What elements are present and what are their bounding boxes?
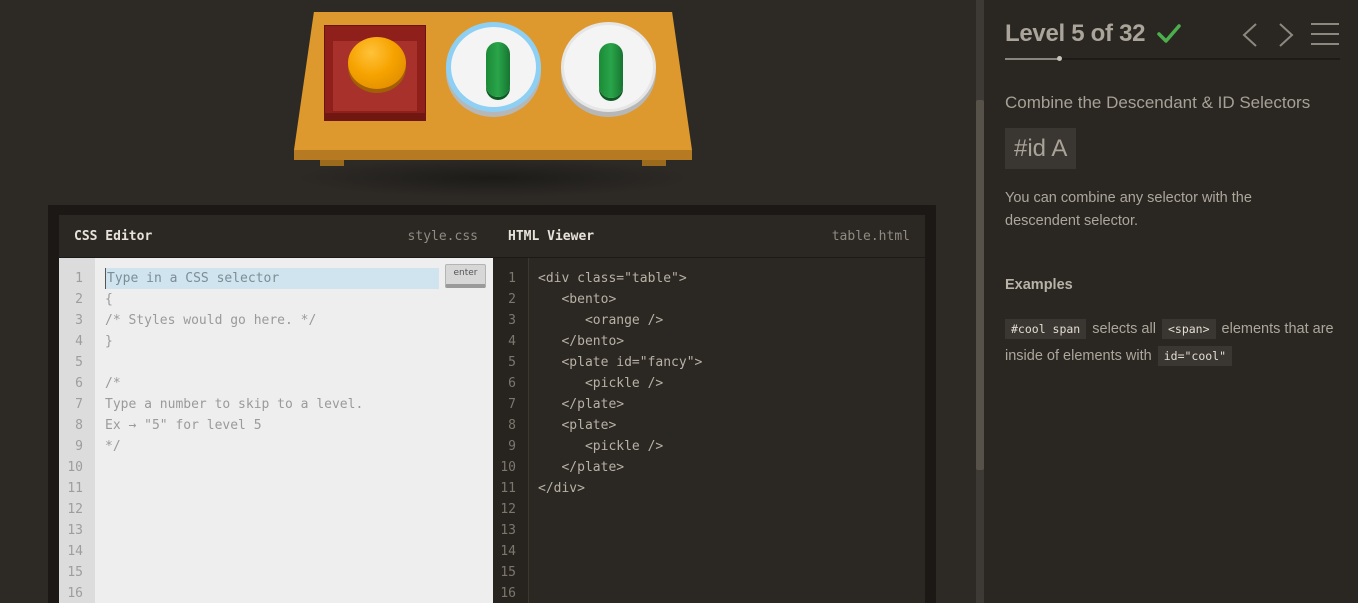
table-leg-right <box>642 160 666 166</box>
html-viewer-pane: HTML Viewer table.html 1 2 3 4 5 6 7 8 9 10 11 12 13… <box>493 215 925 603</box>
examples-title: Examples <box>1005 277 1073 293</box>
line-number: 13 <box>67 523 83 538</box>
example-code-element: <span> <box>1161 319 1216 339</box>
level-progress-bar <box>1005 56 1340 61</box>
chevron-left-icon[interactable] <box>1240 22 1260 48</box>
example-code-selector: #cool span <box>1005 319 1087 339</box>
css-code-text: { /* Styles would go here. */ } /* Type … <box>105 292 364 454</box>
line-number: 5 <box>75 355 83 370</box>
table-edge <box>294 150 692 160</box>
orange[interactable] <box>348 37 406 89</box>
css-editor-body: 12345678910111213141516 enter { /* Style… <box>59 258 493 603</box>
line-number: 2 <box>75 292 83 307</box>
html-file-name: table.html <box>831 228 910 244</box>
table-shadow <box>290 158 695 198</box>
line-number: 15 <box>500 565 516 580</box>
line-number: 1 <box>508 271 516 286</box>
line-number: 14 <box>500 544 516 559</box>
game-area: CSS Editor style.css 1 2 3 4 5 6 7 8 9 10 11 12 13 14… <box>0 0 975 603</box>
hamburger-menu-icon[interactable] <box>1311 22 1339 46</box>
fancy-plate[interactable] <box>446 22 541 112</box>
chevron-right-icon[interactable] <box>1276 22 1296 48</box>
line-number: 12 <box>67 502 83 517</box>
line-number: 10 <box>500 460 516 475</box>
plate[interactable] <box>561 22 656 112</box>
line-number: 5 <box>508 355 516 370</box>
line-number: 16 <box>500 586 516 601</box>
code-editor: CSS Editor style.css 1 2 3 4 5 6 7 8 9 10 11 12 13 14… <box>48 205 936 603</box>
line-number: 11 <box>500 481 516 496</box>
pickle-fancy[interactable] <box>486 42 510 97</box>
scrollbar-thumb[interactable] <box>976 100 984 470</box>
check-icon <box>1157 24 1181 43</box>
line-number: 14 <box>67 544 83 559</box>
line-number: 7 <box>508 397 516 412</box>
pickle[interactable] <box>599 43 623 98</box>
html-line-numbers: 1 2 3 4 5 6 7 8 9 10 11 12 13 14 15 16 <box>493 258 529 603</box>
html-viewer-header: HTML Viewer table.html <box>493 215 925 258</box>
selector-hint: You can combine any selector with the de… <box>1005 190 1252 229</box>
html-viewer-body: 1 2 3 4 5 6 7 8 9 10 11 12 13 14 15 16 <div class="tabl… <box>493 258 925 603</box>
level-progress-marker <box>1056 56 1062 61</box>
bento-bottom <box>324 113 426 121</box>
enter-button[interactable]: enter <box>445 264 486 288</box>
css-editor-title: CSS Editor <box>74 228 153 244</box>
example-text-1: selects all <box>1088 321 1160 337</box>
example-item: #cool span selects all <span> elements t… <box>1005 316 1340 370</box>
scrollbar-track[interactable] <box>976 0 984 603</box>
line-number: 12 <box>500 502 516 517</box>
game-table <box>290 10 695 198</box>
level-sidebar: Level 5 of 32 Combine the Descendant & I… <box>984 0 1358 603</box>
css-editor-header: CSS Editor style.css <box>59 215 493 258</box>
line-number: 15 <box>67 565 83 580</box>
line-number: 3 <box>75 313 83 328</box>
line-number: 4 <box>75 334 83 349</box>
example-code-attribute: id="cool" <box>1157 346 1233 366</box>
line-number: 16 <box>67 586 83 601</box>
css-file-name: style.css <box>407 228 478 244</box>
line-number: 4 <box>508 334 516 349</box>
line-number: 6 <box>508 376 516 391</box>
line-number: 1 <box>75 271 83 286</box>
line-number: 9 <box>75 439 83 454</box>
line-number: 8 <box>75 418 83 433</box>
line-number: 6 <box>75 376 83 391</box>
level-title: Level 5 of 32 <box>1005 20 1146 47</box>
css-line-numbers: 1 2 3 4 5 6 7 8 9 10 11 12 13 14 15 16 <box>59 258 95 603</box>
html-markup-text: <div class="table"> <bento> <orange /> <… <box>538 271 703 496</box>
line-number: 11 <box>67 481 83 496</box>
level-progress-fill <box>1005 58 1059 60</box>
css-selector-input[interactable] <box>105 268 439 289</box>
line-number: 9 <box>508 439 516 454</box>
selector-syntax: #id A <box>1005 128 1077 169</box>
line-number: 8 <box>508 418 516 433</box>
html-viewer-title: HTML Viewer <box>508 228 595 244</box>
line-number: 13 <box>500 523 516 538</box>
line-number: 10 <box>67 460 83 475</box>
table-leg-left <box>320 160 344 166</box>
line-number: 3 <box>508 313 516 328</box>
line-number: 7 <box>75 397 83 412</box>
css-editor-pane: CSS Editor style.css 1 2 3 4 5 6 7 8 9 10 11 12 13 14… <box>59 215 493 603</box>
selector-name: Combine the Descendant & ID Selectors <box>1005 93 1311 112</box>
line-number: 2 <box>508 292 516 307</box>
